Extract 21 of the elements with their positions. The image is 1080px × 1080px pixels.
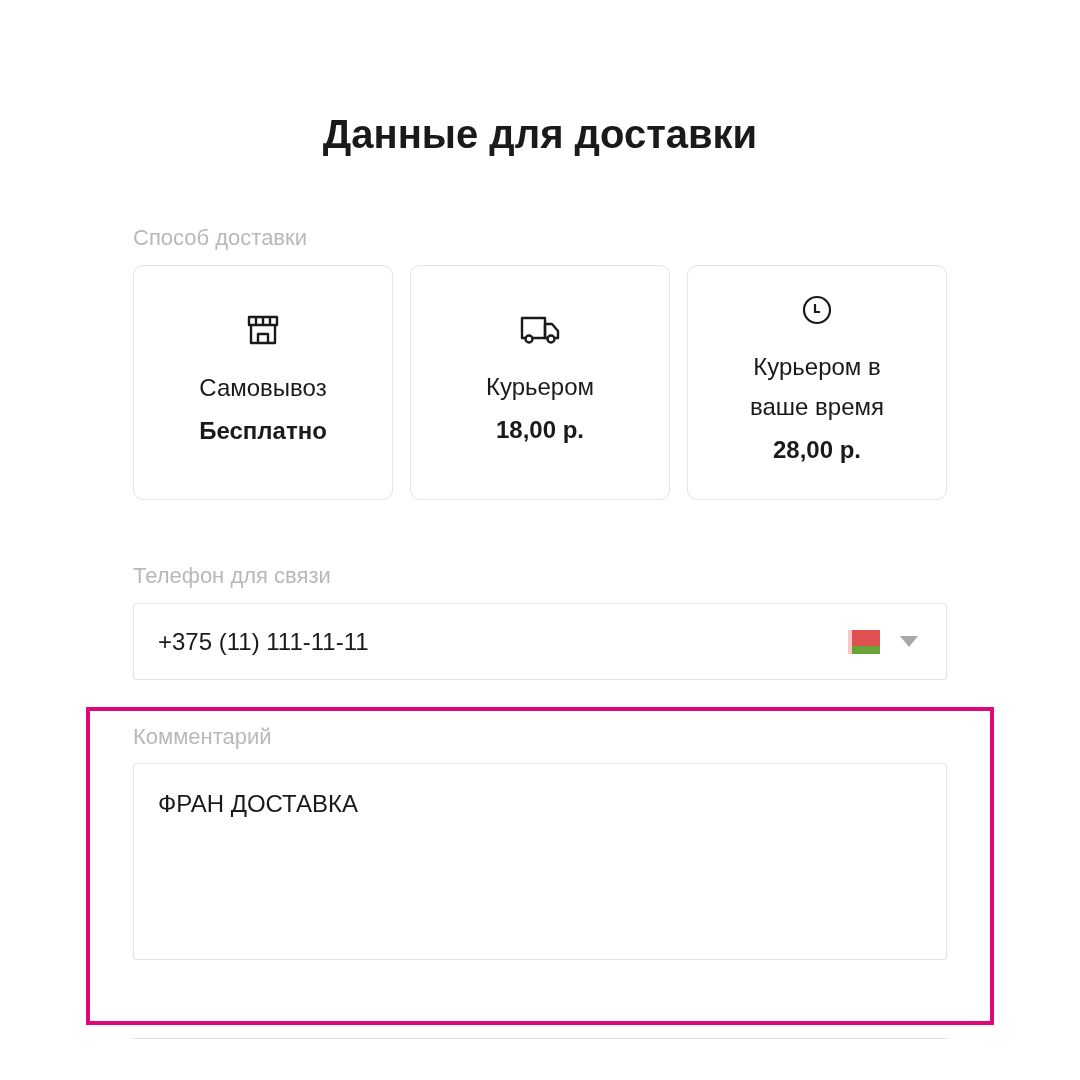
page-title: Данные для доставки — [321, 111, 759, 158]
option-name: Самовывоз — [199, 373, 327, 403]
clock-icon — [802, 295, 832, 325]
field-label: Телефон для связи — [133, 562, 331, 590]
caret-icon — [900, 636, 918, 647]
flag-icon — [848, 629, 880, 654]
option-price: 28,00 р. — [772, 435, 862, 465]
comment-field[interactable]: ФРАН ДОСТАВКА — [133, 763, 947, 960]
storefront-icon — [246, 314, 280, 346]
phone-value: +375 (11) 111-11-11 — [158, 626, 370, 657]
option-name: Курьером в ваше время — [748, 352, 885, 422]
truck-icon — [520, 315, 560, 345]
field-label: Способ доставки — [133, 224, 307, 252]
delivery-option-card[interactable]: Курьером в ваше время 28,00 р. — [687, 265, 947, 500]
option-name: Курьером — [485, 372, 595, 402]
phone-field[interactable]: +375 (11) 111-11-11 — [133, 603, 947, 680]
option-price: Бесплатно — [199, 416, 327, 446]
delivery-option-card[interactable]: Самовывоз Бесплатно — [133, 265, 393, 500]
field-label: Комментарий — [133, 723, 272, 751]
delivery-option-card[interactable]: Курьером 18,00 р. — [410, 265, 670, 500]
option-price: 18,00 р. — [495, 415, 585, 445]
